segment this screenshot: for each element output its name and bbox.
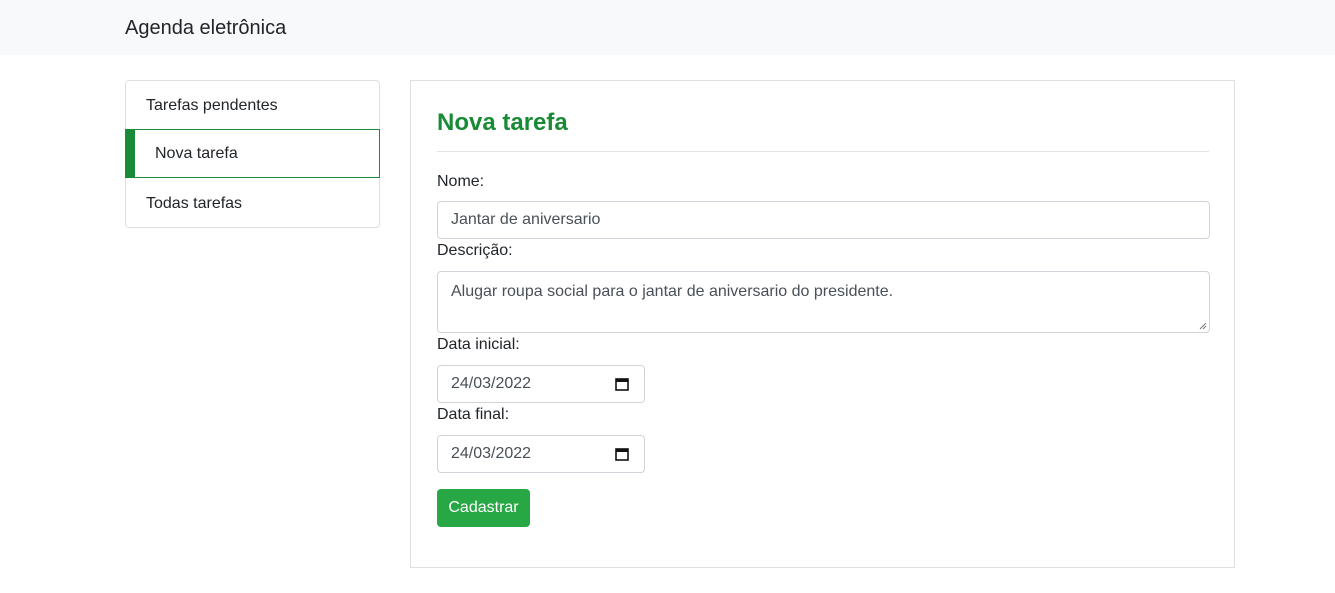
title-divider [437,151,1209,152]
sidebar-item-tarefas-pendentes[interactable]: Tarefas pendentes [126,81,379,130]
resize-grip-icon[interactable] [1199,322,1207,330]
data-inicial-value: 24/03/2022 [451,375,532,392]
nome-label: Nome: [437,173,485,190]
data-inicial-input[interactable]: 24/03/2022 [437,365,645,403]
sidebar-item-nova-tarefa[interactable]: Nova tarefa [125,129,380,178]
data-inicial-label: Data inicial: [437,336,520,353]
data-final-label: Data final: [437,406,510,423]
brand-title[interactable]: Agenda eletrônica [125,15,286,41]
sidebar-item-label: Todas tarefas [146,195,243,212]
cadastrar-button[interactable]: Cadastrar [437,489,530,527]
new-task-card: Nova tarefa Nome: Jantar de aniversario … [410,80,1235,568]
sidebar-item-label: Nova tarefa [155,145,238,162]
active-indicator [126,130,135,177]
sidebar-menu: Tarefas pendentes Nova tarefa Todas tare… [125,80,380,228]
data-final-value: 24/03/2022 [451,445,532,462]
descricao-label: Descrição: [437,242,513,259]
navbar: Agenda eletrônica [0,0,1335,55]
calendar-icon[interactable] [615,447,629,461]
data-final-input[interactable]: 24/03/2022 [437,435,645,473]
page-title: Nova tarefa [437,109,568,136]
sidebar-item-todas-tarefas[interactable]: Todas tarefas [126,179,379,228]
descricao-text: Alugar roupa social para o jantar de ani… [451,283,894,300]
sidebar-item-label: Tarefas pendentes [146,97,278,114]
descricao-textarea[interactable]: Alugar roupa social para o jantar de ani… [437,271,1210,333]
calendar-icon[interactable] [615,377,629,391]
nome-input[interactable]: Jantar de aniversario [437,201,1210,239]
